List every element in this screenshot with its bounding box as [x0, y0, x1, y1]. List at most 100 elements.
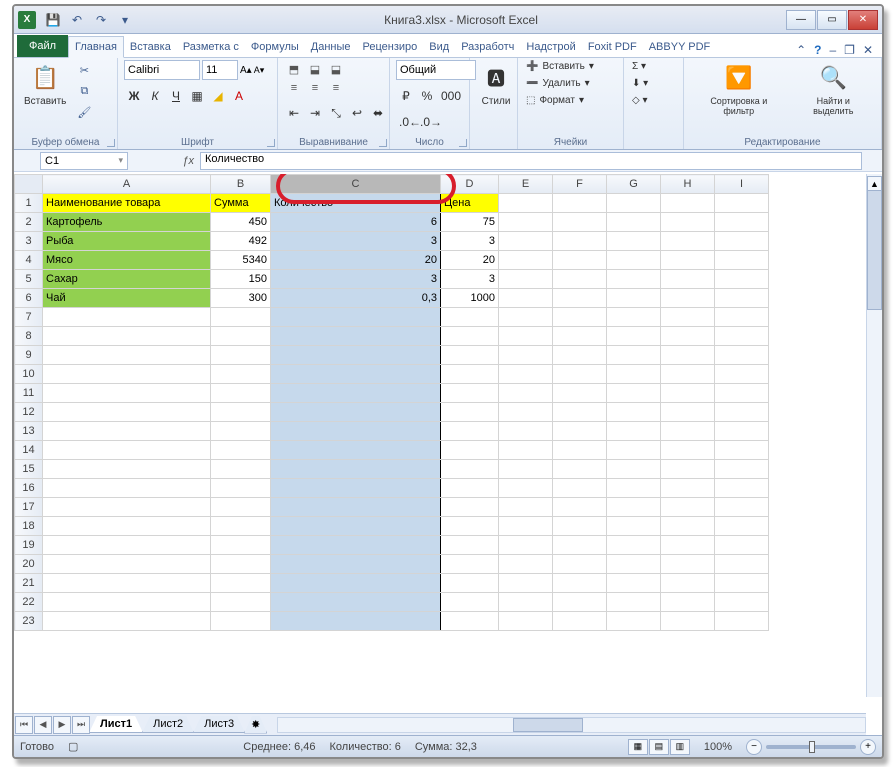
cell[interactable]: 3 [441, 232, 499, 251]
format-painter-button[interactable]: 🖌 [74, 102, 94, 122]
help-icon[interactable]: ? [811, 43, 824, 57]
col-header-C[interactable]: C [271, 175, 441, 194]
sheet-nav-last[interactable]: ⏭ [72, 716, 90, 734]
sheet-tab-2[interactable]: Лист2 [142, 716, 194, 733]
shrink-font-button[interactable]: A▾ [254, 65, 265, 76]
qat-save[interactable]: 💾 [42, 10, 64, 30]
row-header-18[interactable]: 18 [15, 517, 43, 536]
cell[interactable]: Мясо [43, 251, 211, 270]
name-box[interactable]: C1 ▾ [40, 152, 128, 170]
row-header-17[interactable]: 17 [15, 498, 43, 517]
paste-button[interactable]: 📋 Вставить [20, 60, 70, 109]
tab-addins[interactable]: Надстрой [520, 37, 581, 57]
font-dialog-launcher[interactable] [267, 139, 275, 147]
cell[interactable]: 3 [271, 270, 441, 289]
clipboard-dialog-launcher[interactable] [107, 139, 115, 147]
row-header-13[interactable]: 13 [15, 422, 43, 441]
cell[interactable]: Рыба [43, 232, 211, 251]
cell[interactable]: 492 [211, 232, 271, 251]
row-header-15[interactable]: 15 [15, 460, 43, 479]
maximize-button[interactable]: ▭ [817, 10, 847, 30]
ribbon-minimize-icon[interactable]: ⌃ [793, 43, 809, 57]
fill-button[interactable]: ⬇ ▾ [630, 77, 650, 90]
percent-button[interactable]: % [417, 86, 437, 106]
zoom-handle[interactable] [809, 741, 815, 753]
file-tab[interactable]: Файл [17, 35, 68, 57]
clear-button[interactable]: ◇ ▾ [630, 94, 650, 107]
insert-cells-button[interactable]: ➕Вставить ▾ [524, 60, 596, 73]
col-header-I[interactable]: I [715, 175, 769, 194]
row-header-23[interactable]: 23 [15, 612, 43, 631]
col-header-G[interactable]: G [607, 175, 661, 194]
cell[interactable]: 20 [441, 251, 499, 270]
cell[interactable]: 20 [271, 251, 441, 270]
tab-view[interactable]: Вид [423, 37, 455, 57]
tab-home[interactable]: Главная [68, 36, 124, 58]
cell[interactable]: 5340 [211, 251, 271, 270]
qat-redo[interactable]: ↷ [90, 10, 112, 30]
row-header-16[interactable]: 16 [15, 479, 43, 498]
tab-layout[interactable]: Разметка с [177, 37, 245, 57]
cell-A1[interactable]: Наименование товара [43, 194, 211, 213]
borders-button[interactable]: ▦ [187, 86, 207, 106]
cell-B1[interactable]: Сумма [211, 194, 271, 213]
delete-cells-button[interactable]: ➖Удалить ▾ [524, 77, 592, 90]
spreadsheet[interactable]: A B C D E F G H I 1 Наименование товара … [14, 174, 769, 631]
view-normal[interactable]: ▦ [628, 739, 648, 755]
zoom-out-button[interactable]: − [746, 739, 762, 755]
row-header-4[interactable]: 4 [15, 251, 43, 270]
minimize-button[interactable]: — [786, 10, 816, 30]
col-header-E[interactable]: E [499, 175, 553, 194]
mdi-close[interactable]: ✕ [860, 43, 876, 57]
cell-D1[interactable]: Цена [441, 194, 499, 213]
macro-record-icon[interactable]: ▢ [68, 740, 78, 753]
sheet-tab-3[interactable]: Лист3 [193, 716, 245, 733]
mdi-restore[interactable]: ❐ [841, 43, 858, 57]
zoom-slider[interactable] [766, 745, 856, 749]
align-bottom[interactable]: ⬓ [326, 60, 346, 78]
row-header-6[interactable]: 6 [15, 289, 43, 308]
row-header-21[interactable]: 21 [15, 574, 43, 593]
tab-formulas[interactable]: Формулы [245, 37, 305, 57]
align-dialog-launcher[interactable] [379, 139, 387, 147]
cell[interactable]: 1000 [441, 289, 499, 308]
tab-foxit[interactable]: Foxit PDF [582, 37, 643, 57]
cell[interactable]: Чай [43, 289, 211, 308]
align-right[interactable]: ≡ [326, 79, 346, 97]
horizontal-scrollbar[interactable] [277, 717, 866, 733]
tab-developer[interactable]: Разработч [455, 37, 520, 57]
cell[interactable]: 3 [441, 270, 499, 289]
decrease-decimal[interactable]: .0→ [417, 112, 437, 132]
cell[interactable]: 0,3 [271, 289, 441, 308]
row-header-14[interactable]: 14 [15, 441, 43, 460]
align-left[interactable]: ≡ [284, 79, 304, 97]
styles-button[interactable]: 🅰 Стили [476, 60, 516, 109]
row-header-22[interactable]: 22 [15, 593, 43, 612]
format-cells-button[interactable]: ⬚Формат ▾ [524, 94, 586, 107]
view-page-break[interactable]: ▥ [670, 739, 690, 755]
vertical-scrollbar[interactable]: ▲ ▼ [866, 174, 882, 697]
col-header-A[interactable]: A [43, 175, 211, 194]
tab-abbyy[interactable]: ABBYY PDF [643, 37, 717, 57]
row-header-7[interactable]: 7 [15, 308, 43, 327]
select-all-corner[interactable] [15, 175, 43, 194]
hscroll-thumb[interactable] [513, 718, 583, 732]
wrap-text-button[interactable]: ↩ [347, 103, 367, 123]
merge-button[interactable]: ⬌ [368, 103, 388, 123]
col-header-H[interactable]: H [661, 175, 715, 194]
row-header-2[interactable]: 2 [15, 213, 43, 232]
font-size-combo[interactable] [202, 60, 238, 80]
close-button[interactable]: ✕ [848, 10, 878, 30]
italic-button[interactable]: К [145, 86, 165, 106]
cell[interactable]: 3 [271, 232, 441, 251]
cut-button[interactable]: ✂ [74, 60, 94, 80]
name-box-dropdown-icon[interactable]: ▾ [118, 155, 123, 166]
cell[interactable]: 450 [211, 213, 271, 232]
currency-button[interactable]: ₽ [396, 86, 416, 106]
increase-decimal[interactable]: .0← [396, 112, 416, 132]
font-name-combo[interactable] [124, 60, 200, 80]
mdi-minimize[interactable]: – [826, 43, 839, 57]
autosum-button[interactable]: Σ ▾ [630, 60, 648, 73]
align-center[interactable]: ≡ [305, 79, 325, 97]
zoom-value[interactable]: 100% [704, 741, 732, 753]
